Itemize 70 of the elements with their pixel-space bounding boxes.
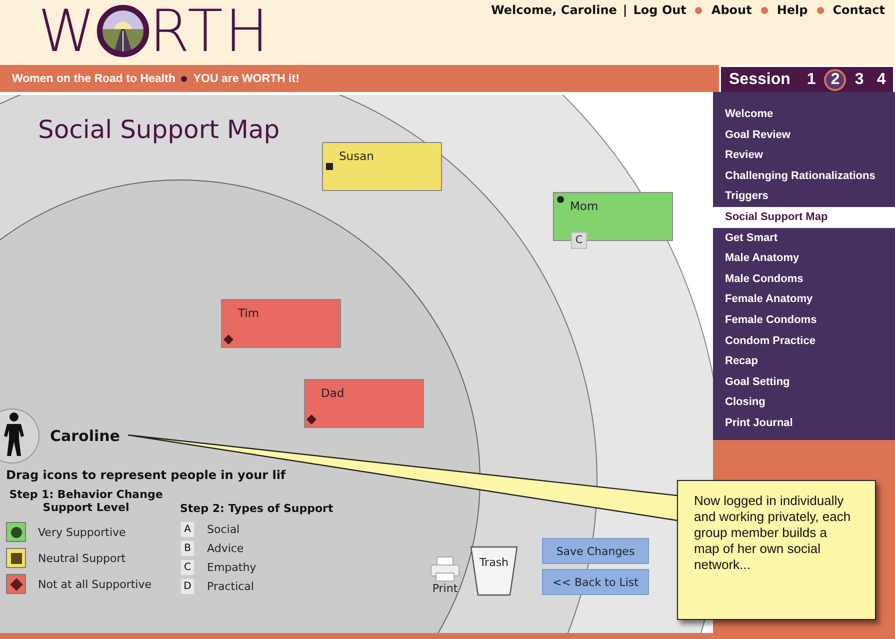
bullet-dot	[181, 76, 188, 82]
square-icon	[326, 163, 333, 170]
sidebar-item[interactable]: Recap	[713, 351, 895, 372]
support-type-tag[interactable]: C	[180, 559, 195, 576]
legend-label: Advice	[207, 542, 244, 555]
person-name: Susan	[339, 149, 374, 163]
tagline-text: Women on the Road to Health	[12, 72, 176, 84]
legend-label: Practical	[207, 580, 254, 593]
action-button[interactable]: << Back to List	[542, 569, 649, 595]
session-tab[interactable]: 1	[802, 70, 820, 88]
sidebar-item[interactable]: Triggers	[713, 186, 895, 207]
bullet-dot	[760, 6, 768, 14]
sidebar-item[interactable]: Female Anatomy	[713, 289, 895, 310]
sidebar-item[interactable]: Goal Review	[713, 124, 895, 146]
sidebar-item[interactable]: Female Condoms	[713, 310, 895, 331]
legend-label: Not at all Supportive	[38, 578, 152, 590]
support-level-icon[interactable]	[6, 548, 26, 568]
sidebar-item[interactable]: Welcome	[713, 104, 895, 125]
welcome-text: Welcome, Caroline	[491, 3, 617, 17]
page-title: Social Support Map	[38, 115, 280, 144]
sun-road-icon	[95, 3, 152, 59]
session-tab[interactable]: 4	[872, 70, 890, 88]
sidebar-item[interactable]: Review	[713, 145, 895, 166]
person-card[interactable]: Tim	[221, 299, 341, 348]
sidebar-item[interactable]: Goal Setting	[713, 372, 895, 392]
person-card[interactable]: Dad	[304, 379, 424, 428]
legend-label: Very Supportive	[38, 526, 126, 538]
support-tag[interactable]: C	[571, 232, 587, 249]
tagline-text: YOU are WORTH it!	[193, 72, 300, 84]
support-level-icon[interactable]	[6, 574, 26, 594]
legend-label: Neutral Support	[38, 552, 126, 564]
worth-logo[interactable]: W RTH	[38, 0, 270, 62]
sidebar-item[interactable]: Male Anatomy	[713, 248, 895, 269]
print-button[interactable]: Print	[430, 556, 460, 595]
sidebar-item[interactable]: Closing	[713, 392, 895, 413]
nav-link[interactable]: About	[711, 3, 752, 17]
dot-icon	[557, 196, 564, 203]
sidebar-item[interactable]: Get Smart	[713, 228, 895, 248]
step-title: Step 2: Types of Support	[180, 502, 334, 515]
step-title: Step 1: Behavior Change Support Level	[8, 488, 164, 514]
person-name: Mom	[570, 199, 598, 213]
trash-bin[interactable]: Trash	[470, 546, 518, 596]
sidebar-item[interactable]: Male Condoms	[713, 268, 895, 290]
legend-label: Social	[207, 523, 240, 536]
bullet-dot	[816, 6, 824, 14]
nav-link[interactable]: Log Out	[633, 3, 686, 17]
bullet-dot	[695, 6, 702, 14]
sidebar-item[interactable]: Social Support Map	[713, 206, 895, 228]
separator-text: |	[622, 3, 628, 17]
support-level-icon[interactable]	[6, 522, 26, 542]
support-type-tag[interactable]: A	[180, 521, 195, 538]
nav-link[interactable]: Contact	[832, 3, 885, 17]
person-name: Dad	[321, 386, 344, 400]
instruction-text: Drag icons to represent people in your lif	[6, 468, 287, 482]
support-type-tag[interactable]: D	[180, 578, 195, 595]
person-card[interactable]: Susan	[322, 142, 442, 191]
callout-note: Now logged in individually and working privately, each group member builds a map of her own social network...	[677, 480, 876, 620]
person-name: Tim	[238, 306, 260, 320]
action-button[interactable]: Save Changes	[542, 538, 649, 564]
support-type-tag[interactable]: B	[180, 540, 195, 557]
sidebar-item[interactable]: Challenging Rationalizations	[713, 166, 895, 186]
legend-label: Empathy	[207, 561, 256, 574]
session-tab[interactable]: 2	[824, 68, 846, 90]
session-label: Session	[729, 70, 790, 88]
self-name: Caroline	[50, 427, 120, 445]
session-tab[interactable]: 3	[850, 70, 868, 88]
sidebar-item[interactable]: Print Journal	[713, 412, 895, 434]
sidebar-item[interactable]: Condom Practice	[713, 330, 895, 352]
nav-link[interactable]: Help	[776, 3, 808, 17]
printer-icon	[430, 556, 460, 582]
